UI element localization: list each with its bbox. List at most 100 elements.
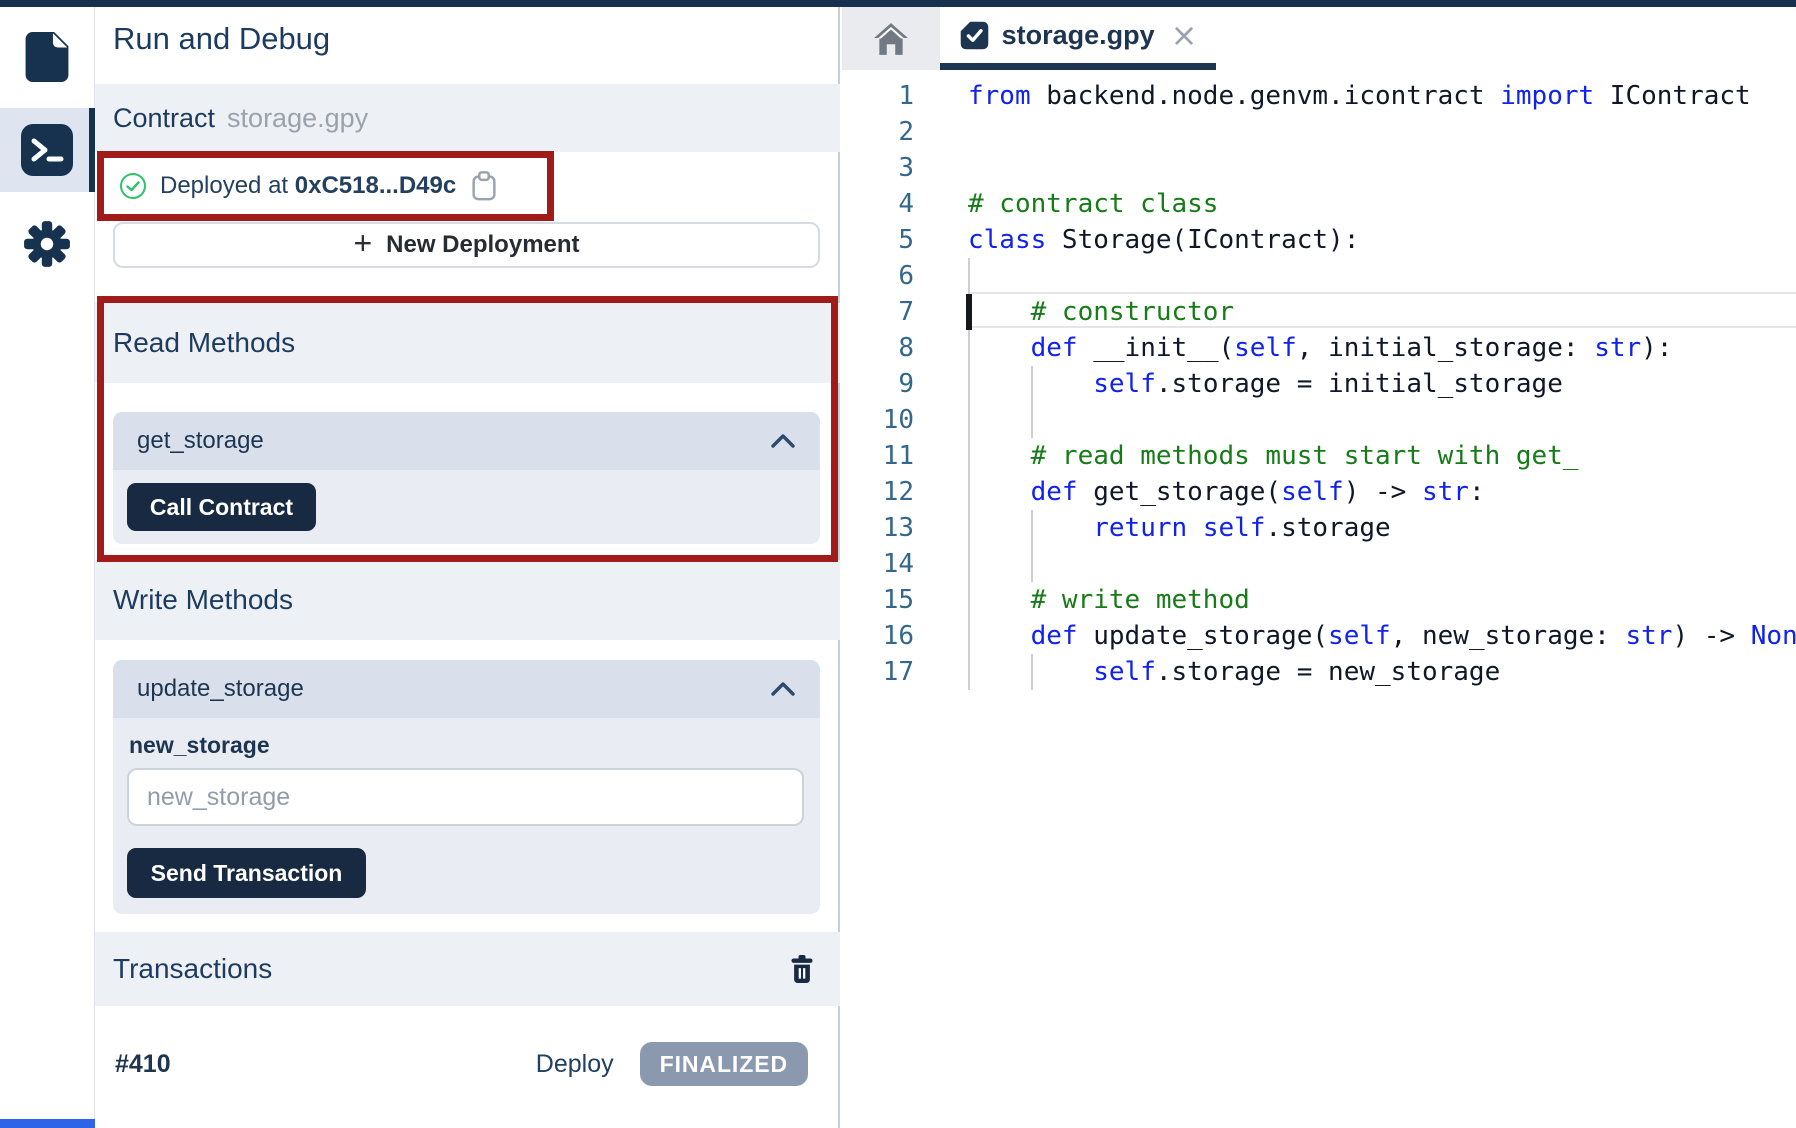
accordion-body-get-storage: Call Contract (113, 470, 820, 544)
line-number: 1 (842, 78, 914, 114)
read-method-accordion: get_storage Call Contract (113, 412, 820, 544)
line-content: # contract class (968, 186, 1218, 222)
file-check-icon (959, 20, 990, 51)
line-number: 9 (842, 366, 914, 402)
code-line: 15 # write method (842, 582, 1796, 618)
line-content: def __init__(self, initial_storage: str)… (968, 330, 1672, 366)
code-line: 16 def update_storage(self, new_storage:… (842, 618, 1796, 654)
code-area[interactable]: 1 from backend.node.genvm.icontract impor… (842, 78, 1796, 1128)
deployment-status-row: Deployed at 0xC518...D49c (97, 153, 554, 219)
code-editor: storage.gpy × 1 from backend.node.genvm.i… (842, 7, 1796, 1128)
line-content: def update_storage(self, new_storage: st… (968, 618, 1796, 654)
code-line: 7 # constructor (842, 294, 1796, 330)
line-number: 14 (842, 546, 914, 582)
transaction-id: #410 (115, 1050, 171, 1079)
chevron-up-icon (770, 681, 796, 697)
code-line: 5class Storage(IContract): (842, 222, 1796, 258)
new-deployment-label: New Deployment (386, 231, 579, 259)
send-transaction-button[interactable]: Send Transaction (127, 848, 366, 898)
contract-filename: storage.gpy (227, 103, 368, 134)
chevron-up-icon (770, 433, 796, 449)
read-methods-header: Read Methods (95, 303, 840, 383)
line-number: 10 (842, 402, 914, 438)
method-name: update_storage (137, 675, 304, 703)
write-method-accordion: update_storage new_storage Send Transact… (113, 660, 820, 914)
line-number: 16 (842, 618, 914, 654)
line-number: 13 (842, 510, 914, 546)
run-debug-panel: Run and Debug Contract storage.gpy Deplo… (95, 7, 840, 1128)
page-title: Run and Debug (113, 21, 330, 57)
transaction-row[interactable]: #410 Deploy FINALIZED (95, 1032, 838, 1096)
terminal-icon (20, 123, 74, 177)
line-content: from backend.node.genvm.icontract import… (968, 78, 1751, 114)
code-line: 9 self.storage = initial_storage (842, 366, 1796, 402)
line-content: self.storage = initial_storage (968, 366, 1563, 402)
code-line: 14 (842, 546, 1796, 582)
tab-storage-gpy[interactable]: storage.gpy × (940, 7, 1216, 70)
close-tab-icon[interactable]: × (1171, 19, 1198, 51)
text-cursor (966, 294, 972, 330)
code-line: 11 # read methods must start with get_ (842, 438, 1796, 474)
line-content: return self.storage (968, 510, 1391, 546)
icon-sidebar (0, 7, 95, 1128)
line-content: def get_storage(self) -> str: (968, 474, 1485, 510)
new-storage-input[interactable] (127, 768, 804, 826)
method-name: get_storage (137, 427, 264, 455)
bottom-left-blue-strip (0, 1119, 95, 1128)
new-deployment-button[interactable]: + New Deployment (113, 222, 820, 268)
home-tab-button[interactable] (842, 7, 940, 70)
accordion-body-update-storage: new_storage Send Transaction (113, 718, 820, 914)
transactions-header: Transactions (95, 932, 840, 1006)
editor-tab-bar: storage.gpy × (842, 7, 1796, 70)
line-number: 12 (842, 474, 914, 510)
line-content: # constructor (968, 294, 1234, 330)
new-storage-field-label: new_storage (129, 732, 270, 759)
line-content: class Storage(IContract): (968, 222, 1359, 258)
trash-icon[interactable] (788, 954, 816, 984)
write-methods-title: Write Methods (113, 584, 293, 616)
sidebar-item-files[interactable] (18, 27, 76, 87)
code-line: 12 def get_storage(self) -> str: (842, 474, 1796, 510)
contract-address: 0xC518...D49c (295, 172, 456, 199)
line-content: self.storage = new_storage (968, 654, 1500, 690)
code-line: 3 (842, 150, 1796, 186)
line-number: 4 (842, 186, 914, 222)
line-number: 15 (842, 582, 914, 618)
line-content: # write method (968, 582, 1250, 618)
code-line: 1 from backend.node.genvm.icontract impor… (842, 78, 1796, 114)
home-icon (873, 22, 909, 56)
line-number: 7 (842, 294, 914, 330)
gear-icon (22, 219, 72, 269)
status-badge: FINALIZED (640, 1042, 808, 1086)
line-number: 3 (842, 150, 914, 186)
line-number: 17 (842, 654, 914, 690)
contract-label: Contract (113, 103, 215, 134)
code-line: 17 self.storage = new_storage (842, 654, 1796, 690)
accordion-header-update-storage[interactable]: update_storage (113, 660, 820, 718)
code-line: 13 return self.storage (842, 510, 1796, 546)
code-line: 6 (842, 258, 1796, 294)
app-window: Run and Debug Contract storage.gpy Deplo… (0, 0, 1796, 1128)
code-line: 10 (842, 402, 1796, 438)
code-line: 8 def __init__(self, initial_storage: st… (842, 330, 1796, 366)
tab-title: storage.gpy (1002, 20, 1155, 51)
write-methods-header: Write Methods (95, 560, 840, 640)
window-top-strip (0, 0, 1796, 7)
code-line: 2 (842, 114, 1796, 150)
line-content: # read methods must start with get_ (968, 438, 1579, 474)
sidebar-item-run-debug[interactable] (18, 119, 76, 181)
line-number: 2 (842, 114, 914, 150)
line-number: 11 (842, 438, 914, 474)
transaction-type: Deploy (536, 1050, 614, 1079)
deployed-text: Deployed at 0xC518...D49c (160, 172, 456, 200)
sidebar-item-settings[interactable] (18, 213, 76, 275)
code-lines: 1 from backend.node.genvm.icontract impor… (842, 78, 1796, 690)
success-check-icon (119, 172, 147, 200)
accordion-header-get-storage[interactable]: get_storage (113, 412, 820, 470)
copy-address-icon[interactable] (469, 170, 499, 202)
read-methods-title: Read Methods (113, 327, 295, 359)
contract-header: Contract storage.gpy (95, 84, 840, 152)
line-number: 6 (842, 258, 914, 294)
code-line: 4 # contract class (842, 186, 1796, 222)
call-contract-button[interactable]: Call Contract (127, 483, 316, 531)
